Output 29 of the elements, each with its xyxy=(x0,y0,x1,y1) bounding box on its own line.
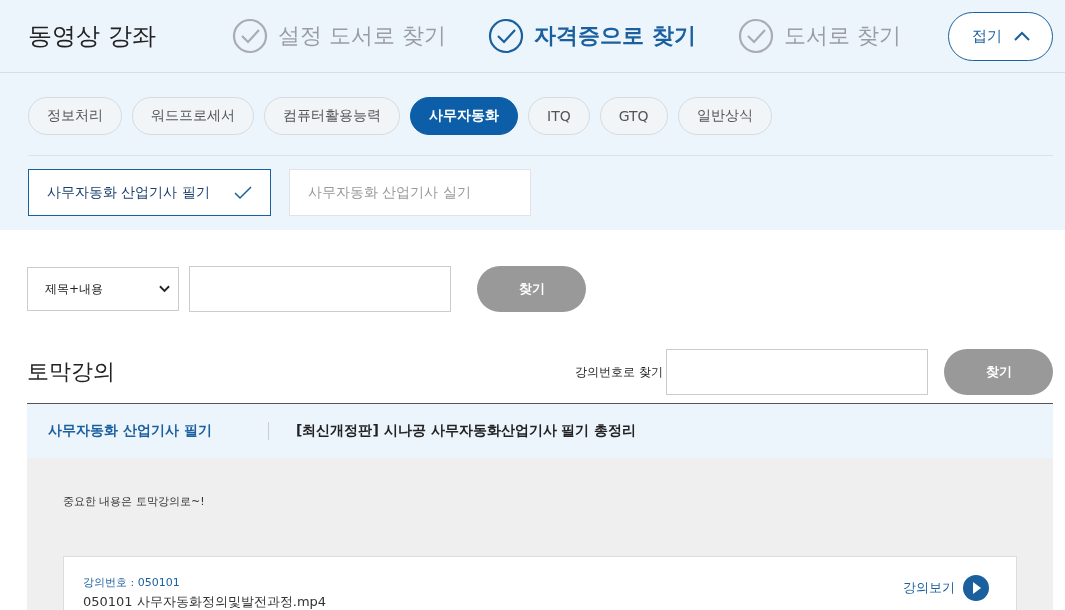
lecture-category: 사무자동화 산업기사 필기 xyxy=(27,422,269,440)
category-chip[interactable]: ITQ xyxy=(528,97,590,135)
caret-up-icon xyxy=(1013,31,1030,41)
search-field[interactable] xyxy=(189,266,451,312)
step-tab[interactable]: 자격증으로 찾기 xyxy=(488,18,696,54)
search-type-select[interactable]: 제목+내용 xyxy=(27,267,179,311)
check-icon xyxy=(234,185,252,200)
category-chip[interactable]: GTQ xyxy=(599,97,668,135)
category-chip[interactable]: 컴퓨터활용능력 xyxy=(264,97,400,135)
check-circle-icon xyxy=(232,18,268,54)
page-title: 동영상 강좌 xyxy=(28,21,157,52)
collapse-button[interactable]: 접기 xyxy=(948,11,1053,61)
check-circle-icon xyxy=(737,18,774,54)
lecture-number-field[interactable] xyxy=(666,349,928,395)
play-icon xyxy=(963,575,989,601)
chevron-down-icon xyxy=(159,285,170,293)
section-title: 토막강의 xyxy=(27,358,115,386)
category-chip[interactable]: 정보처리 xyxy=(28,97,122,135)
subcategory-tab[interactable]: 사무자동화 산업기사 필기 xyxy=(28,169,271,216)
category-chip[interactable]: 사무자동화 xyxy=(410,97,518,135)
video-filename: 050101 사무자동화정의및발전과정.mp4 xyxy=(83,593,327,610)
watch-lecture-link[interactable]: 강의보기 xyxy=(903,575,989,601)
lecture-number-label: 강의번호로 찾기 xyxy=(575,363,663,381)
category-chip[interactable]: 일반상식 xyxy=(677,97,772,135)
lecture-description: 중요한 내용은 토막강의로~! xyxy=(63,494,206,509)
check-circle-icon xyxy=(488,18,524,54)
category-chip[interactable]: 워드프로세서 xyxy=(132,97,254,135)
lecture-title: [최신개정판] 시나공 사무자동화산업기사 필기 총정리 xyxy=(295,422,637,440)
lecture-number: 강의번호 : 050101 xyxy=(83,575,181,590)
